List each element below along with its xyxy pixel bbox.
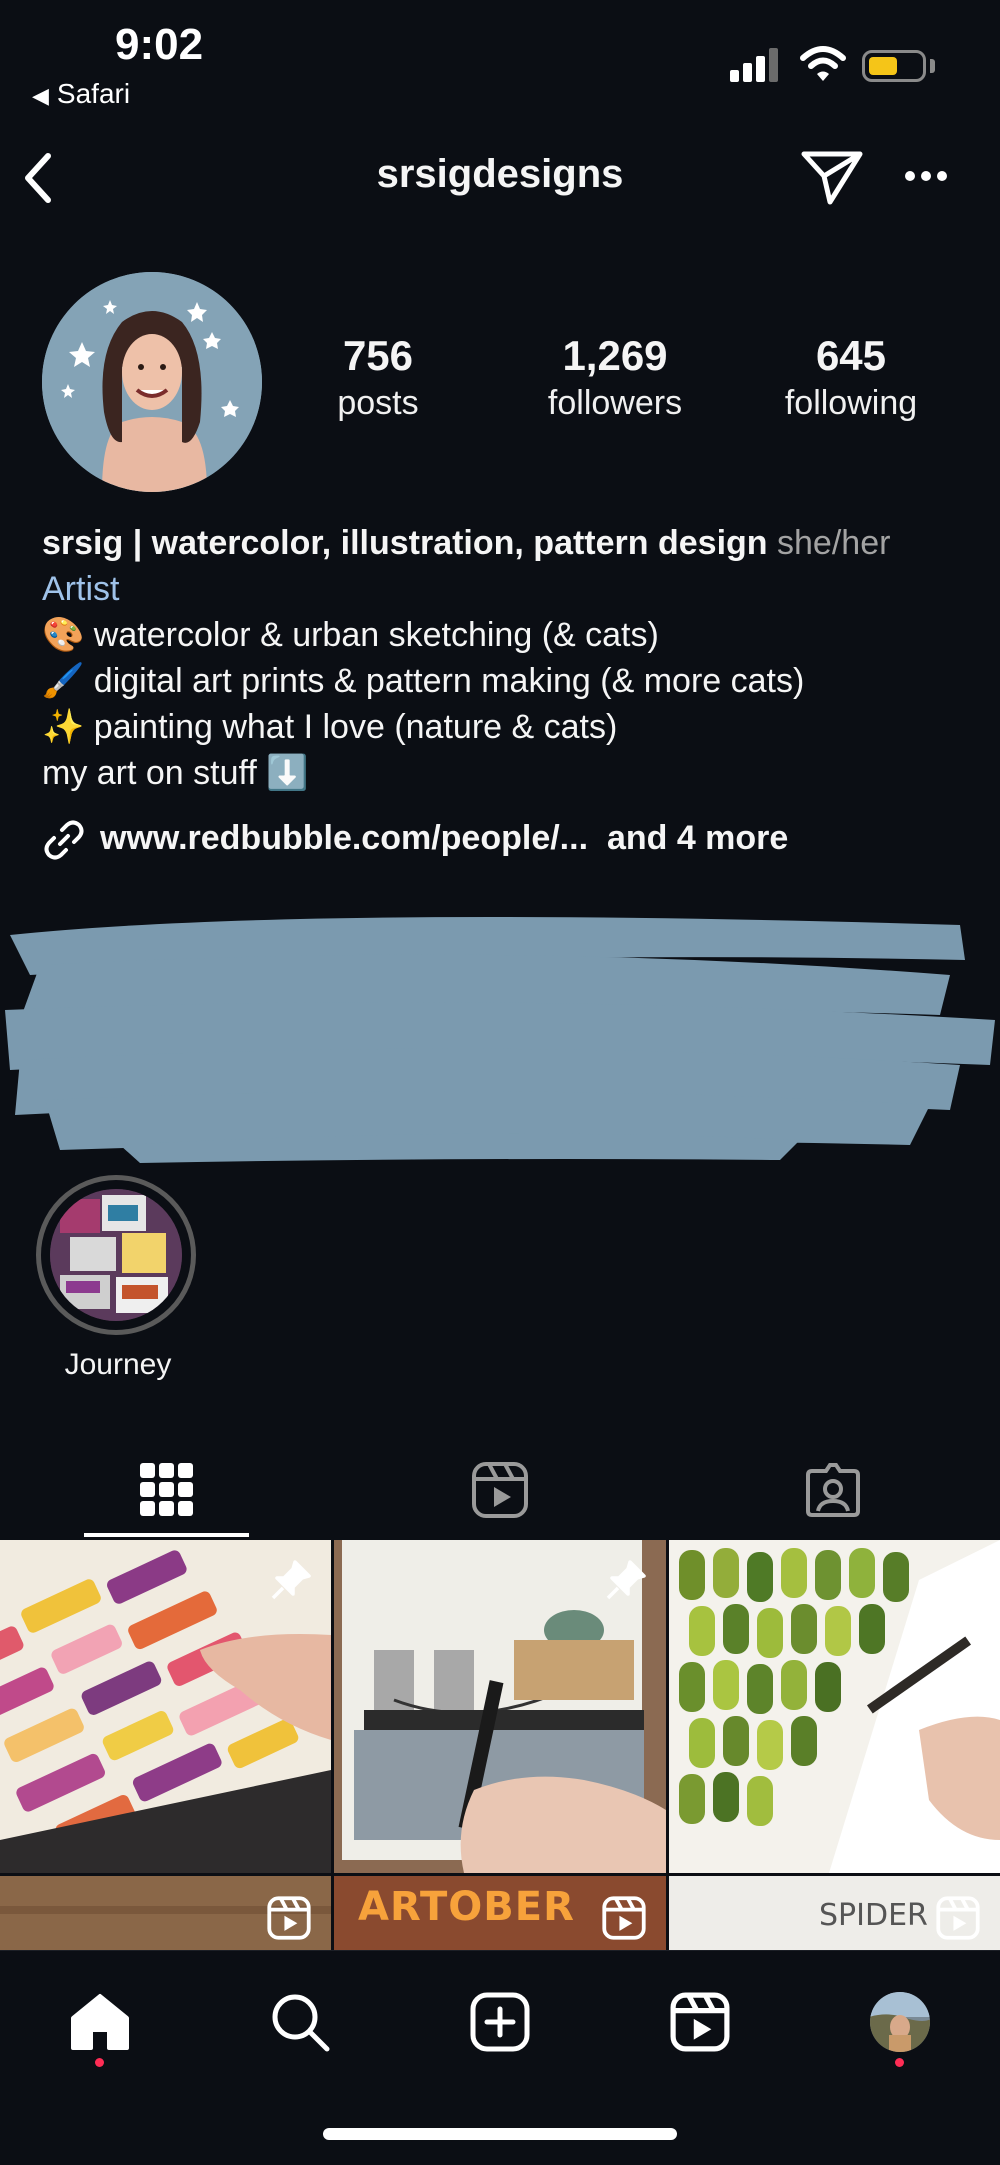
stat-followers[interactable]: 1,269 followers <box>515 332 715 423</box>
post-tile[interactable] <box>0 1876 331 1950</box>
nav-reels[interactable] <box>660 1982 740 2062</box>
profile-display-name: srsig | watercolor, illustration, patter… <box>42 524 768 562</box>
active-tab-indicator <box>84 1533 249 1537</box>
palette-emoji-icon: 🎨 <box>42 616 85 654</box>
profile-pronouns: she/her <box>777 524 891 562</box>
nav-create[interactable] <box>460 1982 540 2062</box>
reels-icon <box>471 1462 528 1518</box>
posts-label: posts <box>337 384 419 422</box>
highlight-cover-image[interactable] <box>50 1189 182 1321</box>
following-label: following <box>784 384 918 422</box>
bio-line: 🖌️ digital art prints & pattern making (… <box>42 662 805 700</box>
bio-line: ✨ painting what I love (nature & cats) <box>42 708 618 746</box>
post-tile[interactable] <box>334 1540 666 1873</box>
stat-following[interactable]: 645 following <box>751 332 951 423</box>
paintbrush-emoji-icon: 🖌️ <box>42 662 85 700</box>
reels-icon <box>602 1896 646 1940</box>
following-count: 645 <box>815 332 887 379</box>
post-tile[interactable] <box>0 1540 331 1873</box>
tagged-icon <box>805 1463 860 1517</box>
pin-icon <box>606 1560 646 1600</box>
profile-avatar-small <box>870 1992 930 2052</box>
battery-level <box>869 57 897 75</box>
profile-notification-dot <box>895 2058 904 2067</box>
profile-avatar[interactable] <box>42 272 262 492</box>
bio-line: my art on stuff ⬇️ <box>42 754 309 792</box>
profile-links[interactable]: www.redbubble.com/people/... and 4 more <box>42 818 788 862</box>
battery-icon <box>862 50 926 82</box>
tab-tagged[interactable] <box>666 1440 999 1540</box>
post-overlay-text: ARTOBER <box>358 1884 575 1930</box>
redaction-scribble <box>5 917 995 1163</box>
profile-category: Artist <box>42 570 120 608</box>
reels-icon <box>267 1896 311 1940</box>
post-tile[interactable] <box>669 1540 1000 1873</box>
followers-count: 1,269 <box>562 332 668 379</box>
nav-home[interactable] <box>60 1982 140 2062</box>
followers-label: followers <box>547 384 683 422</box>
highlight-label[interactable]: Journey <box>20 1348 216 1382</box>
more-options-icon[interactable] <box>904 170 948 182</box>
send-icon[interactable] <box>800 148 864 206</box>
post-tile[interactable]: SPIDER <box>669 1876 1000 1950</box>
battery-cap <box>930 59 935 73</box>
search-icon <box>272 1994 330 2052</box>
tab-reels[interactable] <box>333 1440 666 1540</box>
pin-icon <box>271 1560 311 1600</box>
grid-icon <box>139 1463 193 1516</box>
link-url: www.redbubble.com/people/... <box>100 818 589 857</box>
back-app-label: Safari <box>56 78 131 109</box>
tab-posts-grid[interactable] <box>0 1440 333 1540</box>
profile-bio: srsig | watercolor, illustration, patter… <box>42 520 982 796</box>
link-icon <box>44 820 84 860</box>
bio-line: 🎨 watercolor & urban sketching (& cats) <box>42 616 659 654</box>
sparkles-emoji-icon: ✨ <box>42 708 85 746</box>
reels-icon <box>936 1896 980 1940</box>
nav-profile[interactable] <box>860 1982 940 2062</box>
wifi-icon <box>800 46 846 81</box>
create-icon <box>470 1992 530 2052</box>
cellular-signal-icon <box>730 48 778 82</box>
reels-icon <box>670 1992 730 2052</box>
home-indicator <box>323 2128 677 2140</box>
stat-posts[interactable]: 756 posts <box>278 332 478 423</box>
posts-count: 756 <box>342 332 414 379</box>
home-notification-dot <box>95 2058 104 2067</box>
nav-search[interactable] <box>260 1982 340 2062</box>
back-to-app-link[interactable]: ◀ Safari <box>32 78 130 110</box>
post-overlay-text: SPIDER <box>819 1898 928 1933</box>
pin-icon <box>940 1560 980 1600</box>
status-time: 9:02 <box>115 20 204 69</box>
post-tile[interactable]: ARTOBER <box>334 1876 666 1950</box>
link-more: and 4 more <box>606 818 789 857</box>
home-icon <box>71 1994 129 2050</box>
